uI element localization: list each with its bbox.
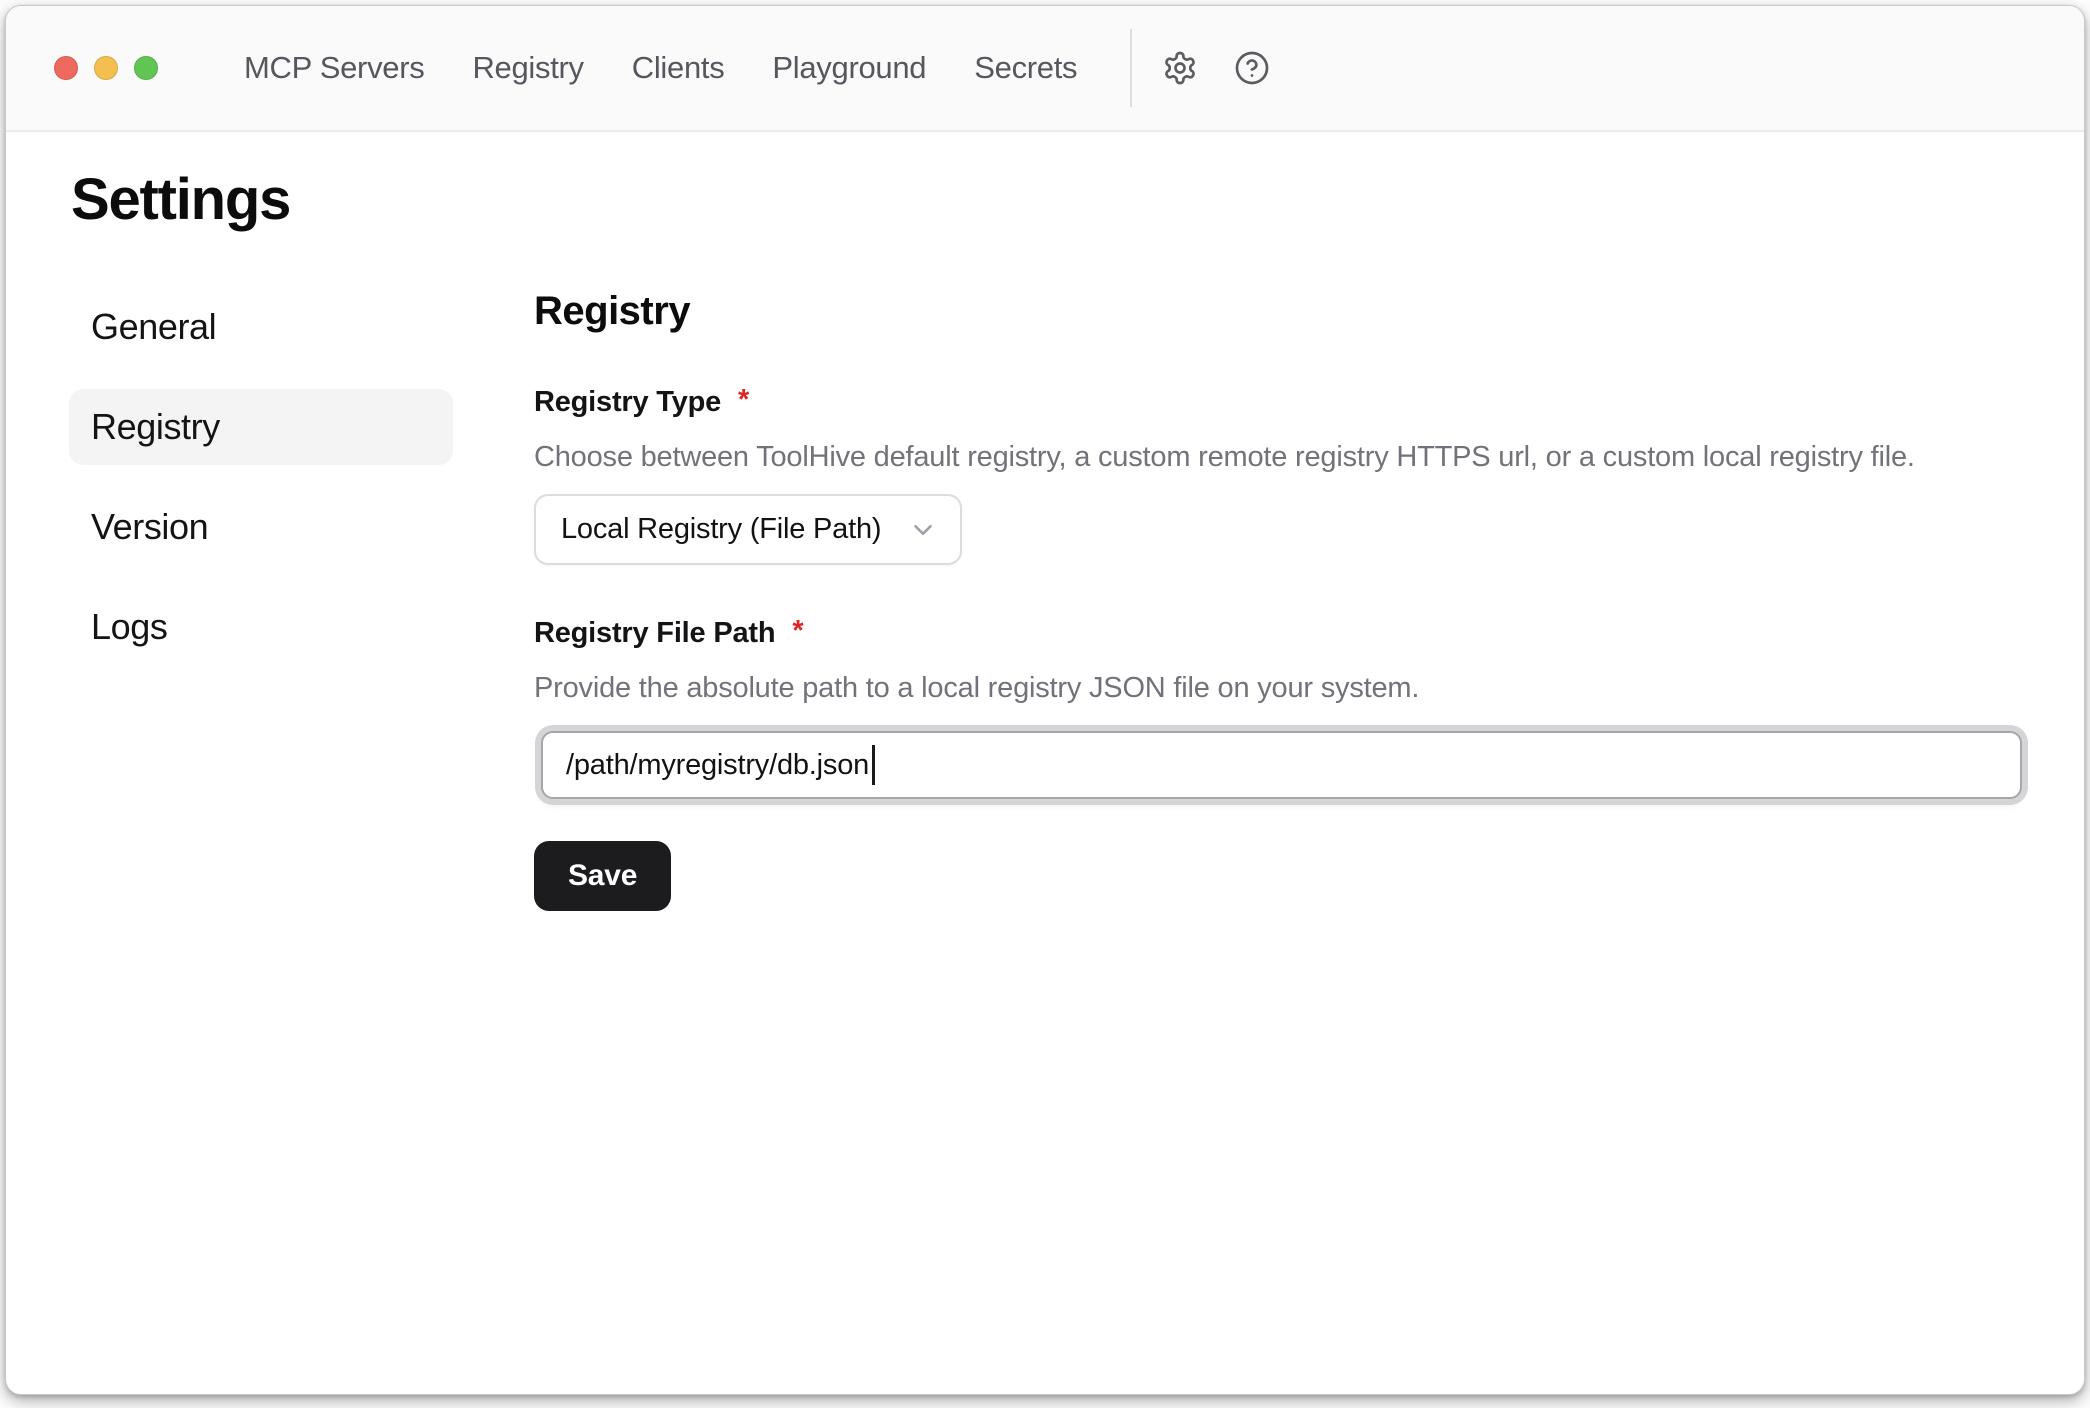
nav-item-mcp-servers[interactable]: MCP Servers	[244, 50, 424, 86]
panel-title: Registry	[534, 289, 2029, 334]
registry-file-path-input[interactable]: /path/myregistry/db.json	[541, 731, 2022, 799]
required-marker: *	[738, 384, 749, 417]
registry-file-path-label: Registry File Path *	[534, 617, 2029, 650]
titlebar-divider	[1130, 29, 1132, 107]
registry-file-path-value: /path/myregistry/db.json	[566, 749, 869, 782]
top-navigation: MCP Servers Registry Clients Playground …	[244, 50, 1077, 86]
registry-type-label: Registry Type *	[534, 386, 2029, 419]
chevron-down-icon	[908, 515, 938, 545]
registry-type-selected-value: Local Registry (File Path)	[561, 513, 881, 546]
sidebar-item-registry[interactable]: Registry	[69, 389, 453, 465]
settings-gear-icon[interactable]	[1162, 50, 1198, 86]
required-marker: *	[792, 615, 803, 648]
traffic-lights	[54, 56, 158, 80]
sidebar-item-version[interactable]: Version	[69, 489, 453, 565]
help-circle-icon[interactable]	[1234, 50, 1270, 86]
settings-sidebar: General Registry Version Logs	[69, 289, 453, 665]
nav-item-secrets[interactable]: Secrets	[974, 50, 1077, 86]
registry-type-select[interactable]: Local Registry (File Path)	[534, 494, 962, 565]
save-button[interactable]: Save	[534, 841, 671, 911]
close-button[interactable]	[54, 56, 78, 80]
page-title: Settings	[71, 166, 2029, 233]
app-window: MCP Servers Registry Clients Playground …	[5, 5, 2085, 1395]
nav-item-playground[interactable]: Playground	[772, 50, 926, 86]
registry-panel: Registry Registry Type * Choose between …	[534, 289, 2029, 911]
sidebar-item-logs[interactable]: Logs	[69, 589, 453, 665]
sidebar-item-general[interactable]: General	[69, 289, 453, 365]
titlebar: MCP Servers Registry Clients Playground …	[6, 6, 2084, 132]
nav-item-registry[interactable]: Registry	[472, 50, 583, 86]
settings-page: Settings General Registry Version Logs R…	[6, 132, 2084, 911]
nav-item-clients[interactable]: Clients	[632, 50, 725, 86]
zoom-button[interactable]	[134, 56, 158, 80]
minimize-button[interactable]	[94, 56, 118, 80]
text-cursor	[872, 745, 875, 785]
registry-type-description: Choose between ToolHive default registry…	[534, 441, 2029, 474]
registry-file-path-description: Provide the absolute path to a local reg…	[534, 672, 2029, 705]
